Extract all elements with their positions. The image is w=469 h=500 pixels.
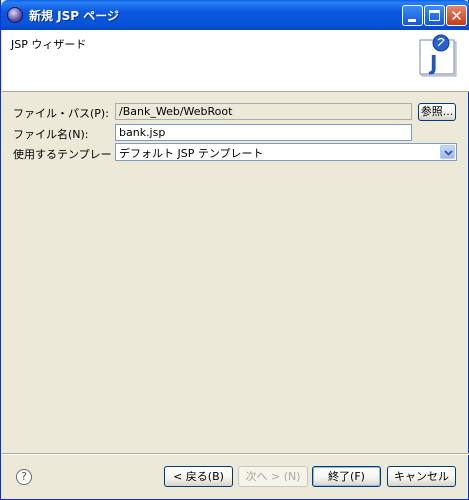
help-icon[interactable]: ? xyxy=(16,469,32,485)
filename-value: bank.jsp xyxy=(119,126,166,139)
eclipse-icon xyxy=(7,7,23,23)
wizard-title: JSP ウィザード xyxy=(11,38,87,51)
title-bar[interactable]: 新規 JSP ページ ✕ xyxy=(1,0,469,30)
browse-button[interactable]: 参照... xyxy=(418,103,456,121)
finish-button[interactable]: 終了(F) xyxy=(312,466,381,487)
dialog-window: 新規 JSP ページ ✕ JSP ウィザード J ファイル・パス(P): /Ba… xyxy=(0,0,469,500)
minimize-button[interactable] xyxy=(402,5,423,26)
path-value: /Bank_Web/WebRoot xyxy=(119,105,233,118)
close-button[interactable]: ✕ xyxy=(446,5,467,26)
jsp-logo-icon: J xyxy=(419,34,457,77)
wizard-header: JSP ウィザード J xyxy=(2,30,469,92)
cancel-button[interactable]: キャンセル xyxy=(387,466,456,487)
chevron-down-icon xyxy=(444,150,453,156)
dropdown-arrow-button[interactable] xyxy=(440,145,455,159)
path-label: ファイル・パス(P): xyxy=(13,107,109,120)
maximize-icon xyxy=(429,10,440,21)
template-select[interactable]: デフォルト JSP テンプレート xyxy=(115,143,457,161)
window-title: 新規 JSP ページ xyxy=(29,9,120,23)
template-value: デフォルト JSP テンプレート xyxy=(119,147,264,160)
back-button[interactable]: < 戻る(B) xyxy=(164,466,233,487)
name-label: ファイル名(N): xyxy=(13,128,89,141)
minimize-icon xyxy=(408,19,416,22)
button-bar-divider xyxy=(2,453,469,455)
close-icon: ✕ xyxy=(450,7,463,25)
path-field[interactable]: /Bank_Web/WebRoot xyxy=(115,103,412,120)
logo-letter: J xyxy=(428,51,437,75)
filename-input[interactable]: bank.jsp xyxy=(115,124,412,141)
template-label: 使用するテンプレート: xyxy=(13,148,127,161)
maximize-button[interactable] xyxy=(424,5,445,26)
next-button[interactable]: 次へ > (N) xyxy=(238,466,308,487)
